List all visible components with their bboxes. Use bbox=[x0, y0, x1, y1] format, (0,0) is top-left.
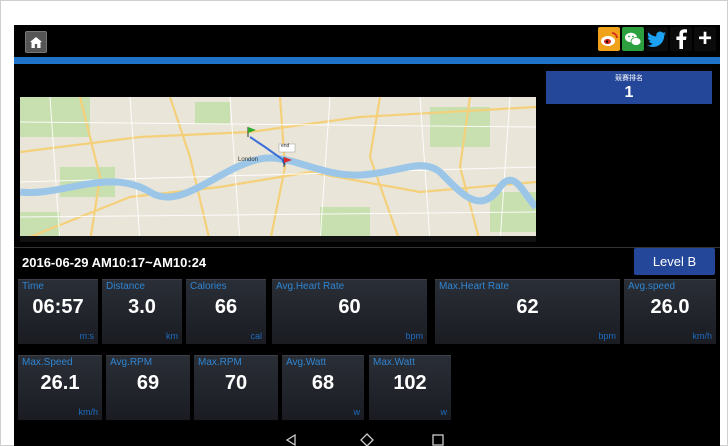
facebook-share-button[interactable] bbox=[670, 27, 692, 51]
android-nav-bar bbox=[14, 430, 720, 446]
stat-tile-distance: Distance 3.0 km bbox=[102, 279, 182, 344]
stat-unit: km bbox=[166, 331, 178, 341]
stat-value: 26.1 bbox=[40, 372, 80, 394]
more-share-button[interactable]: + bbox=[694, 27, 716, 51]
stat-value: 102 bbox=[393, 372, 427, 394]
map-attribution-bar bbox=[20, 236, 536, 242]
stat-value: 68 bbox=[311, 372, 335, 394]
stat-value: 66 bbox=[214, 296, 238, 318]
stat-value: 62 bbox=[516, 296, 539, 318]
stat-label: Max.RPM bbox=[198, 357, 242, 368]
twitter-icon bbox=[647, 31, 666, 47]
stat-tile-max-rpm: Max.RPM 70 bbox=[194, 355, 278, 420]
map-canvas bbox=[20, 97, 536, 242]
home-nav-icon[interactable] bbox=[360, 433, 374, 446]
stat-unit: m:s bbox=[79, 331, 95, 341]
section-divider bbox=[14, 247, 720, 248]
stat-label: Avg.RPM bbox=[110, 357, 153, 368]
map-city-label: London bbox=[238, 157, 259, 163]
stat-unit: w bbox=[440, 407, 448, 417]
level-button[interactable]: Level B bbox=[634, 248, 715, 275]
weibo-share-button[interactable] bbox=[598, 27, 620, 51]
home-icon bbox=[30, 36, 42, 48]
stat-value: 60 bbox=[338, 296, 361, 318]
stat-unit: bpm bbox=[598, 331, 616, 341]
stat-label: Distance bbox=[106, 281, 145, 292]
stat-unit: km/h bbox=[78, 407, 98, 417]
stat-tile-max-watt: Max.Watt 102 w bbox=[369, 355, 451, 420]
rank-value: 1 bbox=[624, 84, 634, 101]
map-route-label: end bbox=[281, 143, 290, 149]
stat-value: 70 bbox=[224, 372, 248, 394]
stat-label: Max.Speed bbox=[22, 357, 73, 368]
plus-icon: + bbox=[697, 25, 712, 52]
stat-tile-avg-speed: Avg.speed 26.0 km/h bbox=[624, 279, 716, 344]
rank-label: 競賽排名 bbox=[615, 75, 643, 82]
stat-label: Max.Watt bbox=[373, 357, 415, 368]
stat-label: Avg.Heart Rate bbox=[276, 281, 345, 292]
stat-value: 26.0 bbox=[650, 296, 690, 318]
rank-panel: 競賽排名 1 bbox=[546, 71, 712, 104]
stat-unit: km/h bbox=[692, 331, 712, 341]
wechat-icon bbox=[625, 32, 642, 46]
session-datetime: 2016-06-29 AM10:17~AM10:24 bbox=[22, 255, 207, 270]
stat-label: Max.Heart Rate bbox=[439, 281, 510, 292]
stat-value: 3.0 bbox=[128, 296, 156, 318]
twitter-share-button[interactable] bbox=[646, 27, 668, 51]
back-icon[interactable] bbox=[286, 434, 296, 446]
stat-unit: cal bbox=[250, 331, 262, 341]
stat-tile-avg-watt: Avg.Watt 68 w bbox=[282, 355, 364, 420]
stat-label: Avg.Watt bbox=[286, 357, 327, 368]
stat-unit: w bbox=[353, 407, 361, 417]
stat-value: 69 bbox=[136, 372, 160, 394]
wechat-share-button[interactable] bbox=[622, 27, 644, 51]
stat-unit: bpm bbox=[405, 331, 423, 341]
route-map[interactable]: London end bbox=[20, 97, 536, 242]
stat-label: Avg.speed bbox=[628, 281, 676, 292]
stat-tile-calories: Calories 66 cal bbox=[186, 279, 266, 344]
stat-tile-avg-rpm: Avg.RPM 69 bbox=[106, 355, 190, 420]
home-button[interactable] bbox=[25, 31, 47, 53]
stat-tile-max-speed: Max.Speed 26.1 km/h bbox=[18, 355, 102, 420]
stat-value: 06:57 bbox=[32, 296, 84, 318]
stat-tile-avg-heart-rate: Avg.Heart Rate 60 bpm bbox=[272, 279, 427, 344]
weibo-icon bbox=[601, 32, 618, 46]
header-accent-bar bbox=[14, 57, 720, 64]
stat-label: Calories bbox=[190, 281, 227, 292]
facebook-icon bbox=[676, 29, 687, 49]
stat-label: Time bbox=[22, 281, 44, 292]
recents-icon[interactable] bbox=[432, 434, 444, 446]
stat-tile-time: Time 06:57 m:s bbox=[18, 279, 98, 344]
app-screen: + London end 競賽排名 1 2016-06-29 AM10:17~A… bbox=[14, 25, 720, 446]
stat-tile-max-heart-rate: Max.Heart Rate 62 bpm bbox=[435, 279, 620, 344]
share-bar: + bbox=[598, 27, 716, 51]
